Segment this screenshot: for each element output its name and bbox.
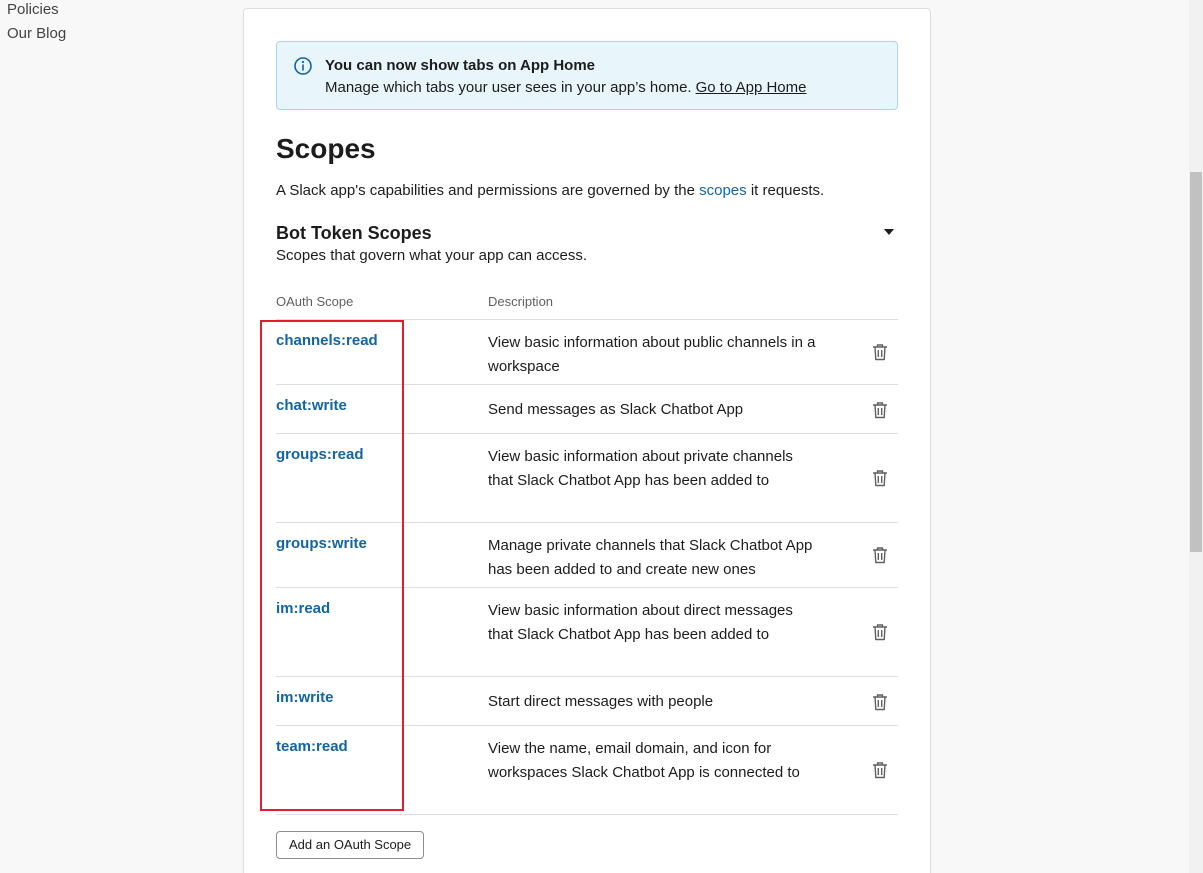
scope-description: View basic information about public chan… (488, 334, 816, 375)
scopes-card: You can now show tabs on App Home Manage… (243, 8, 931, 873)
scrollbar-thumb[interactable] (1190, 172, 1202, 552)
scope-description: Send messages as Slack Chatbot App (488, 401, 744, 418)
trash-icon[interactable] (872, 401, 888, 419)
banner-body-text: Manage which tabs your user sees in your… (325, 79, 692, 96)
scopes-link[interactable]: scopes (699, 182, 747, 199)
add-oauth-scope-button[interactable]: Add an OAuth Scope (276, 831, 425, 859)
trash-icon[interactable] (872, 693, 888, 711)
banner-body: Manage which tabs your user sees in your… (325, 78, 807, 98)
header-description: Description (488, 294, 554, 309)
intro-text-before: A Slack app's capabilities and permissio… (276, 182, 695, 199)
sidebar-link-policies[interactable]: Policies (7, 0, 66, 22)
intro-text-after: it requests. (750, 182, 825, 199)
trash-icon[interactable] (872, 623, 888, 641)
info-icon (294, 57, 312, 75)
go-to-app-home-link[interactable]: Go to App Home (696, 79, 807, 96)
banner-title: You can now show tabs on App Home (325, 57, 596, 74)
page-title: Scopes (276, 133, 376, 164)
scope-description: View basic information about private cha… (488, 448, 793, 489)
bot-token-scopes-subtitle: Scopes that govern what your app can acc… (276, 247, 588, 264)
scope-description: Manage private channels that Slack Chatb… (488, 537, 813, 578)
app-home-banner: You can now show tabs on App Home Manage… (276, 41, 898, 110)
table-header: OAuth Scope Description (276, 293, 898, 320)
trash-icon[interactable] (872, 469, 888, 487)
scopes-intro: A Slack app's capabilities and permissio… (276, 181, 824, 201)
header-oauth-scope: OAuth Scope (276, 294, 354, 309)
bot-token-scopes-title: Bot Token Scopes (276, 223, 432, 243)
sidebar-link-blog[interactable]: Our Blog (7, 22, 66, 46)
trash-icon[interactable] (872, 761, 888, 779)
scope-description: View basic information about direct mess… (488, 602, 793, 643)
trash-icon[interactable] (872, 546, 888, 564)
sidebar-links: Policies Our Blog (7, 0, 66, 46)
scope-column-highlight (260, 320, 404, 811)
page-scrollbar[interactable] (1189, 0, 1203, 873)
scope-description: Start direct messages with people (488, 693, 714, 710)
caret-down-icon[interactable] (883, 227, 895, 237)
trash-icon[interactable] (872, 343, 888, 361)
scope-description: View the name, email domain, and icon fo… (488, 740, 800, 781)
